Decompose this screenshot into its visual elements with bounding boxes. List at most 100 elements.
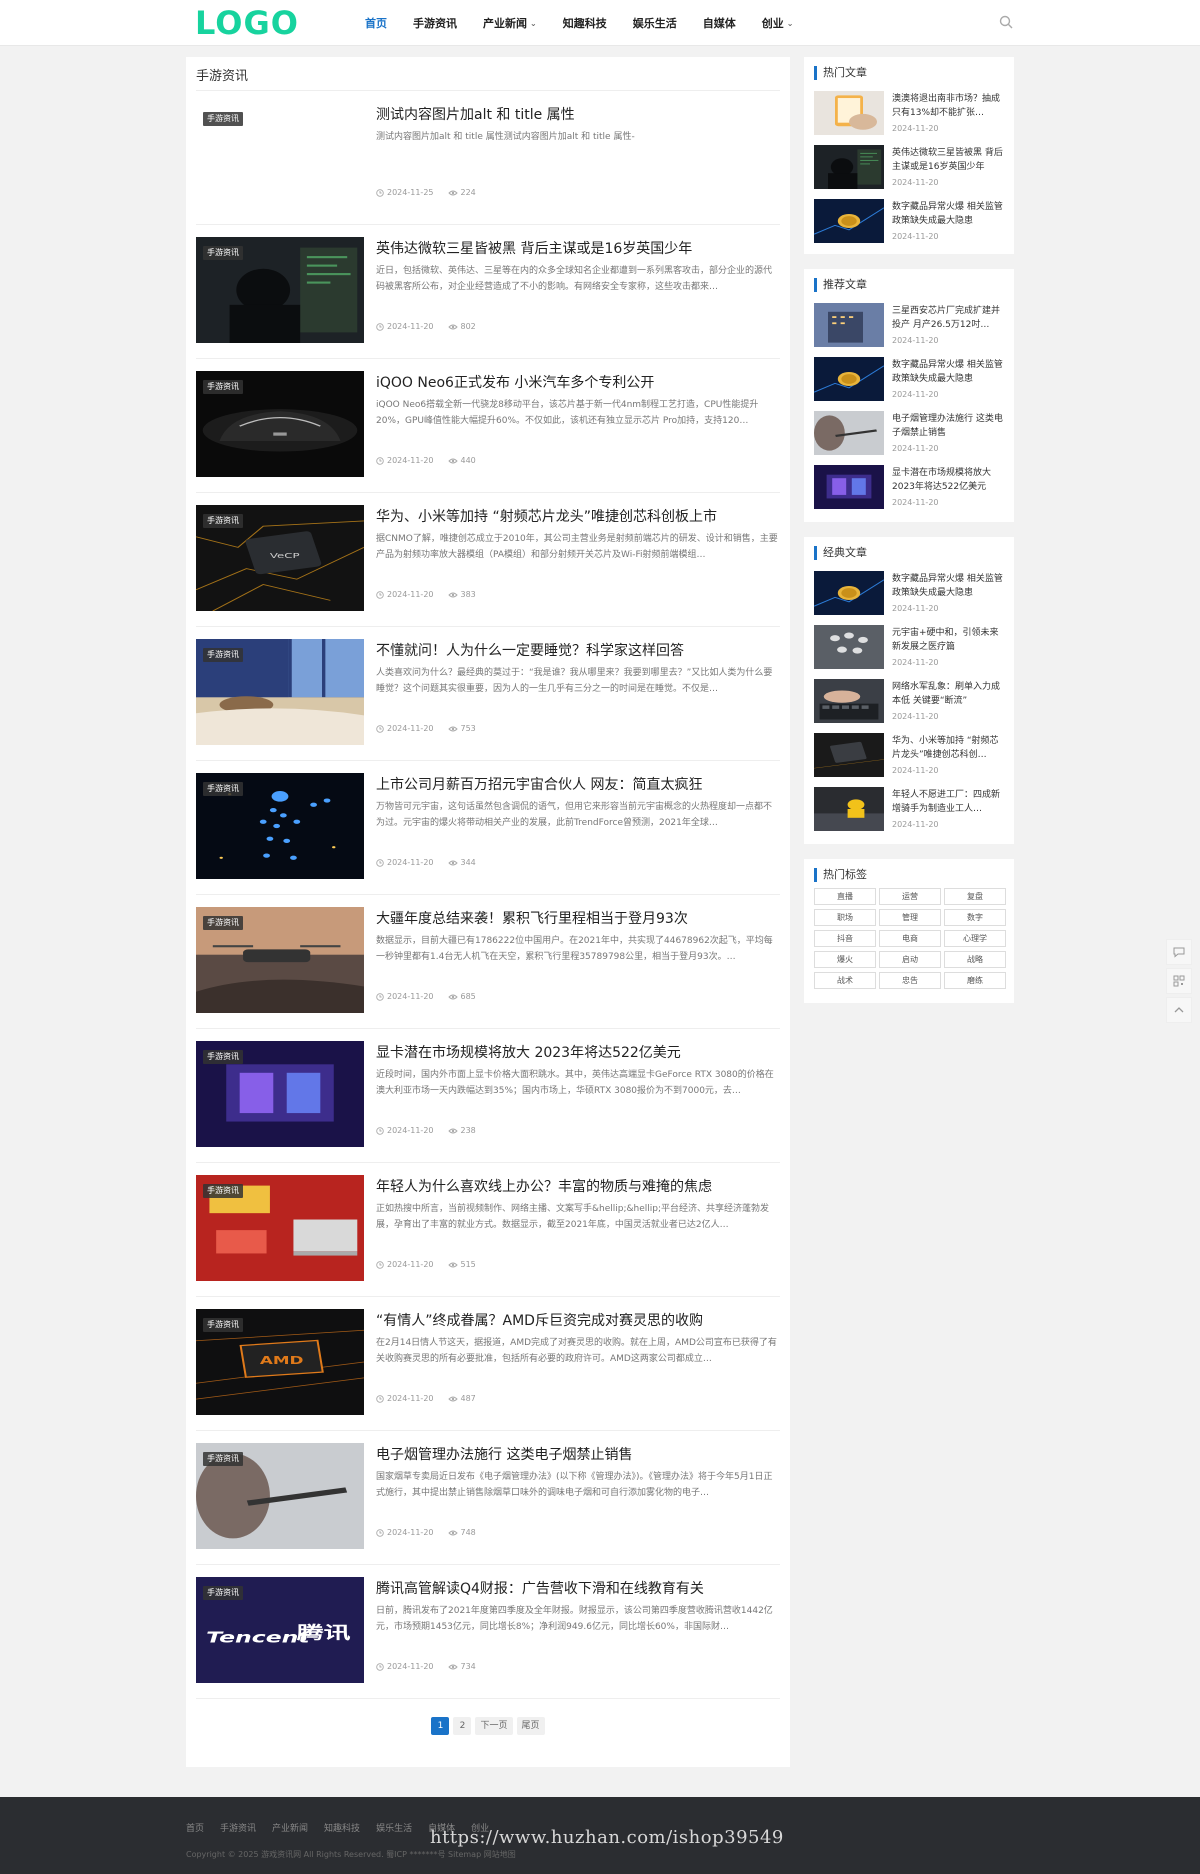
last-page-button[interactable]: 尾页 <box>516 1717 545 1735</box>
sidebar-article-item[interactable]: 数字藏品异常火爆 相关监管政策缺失成最大隐患 2024-11-20 <box>814 571 1004 617</box>
nav-item[interactable]: 知趣科技 <box>563 15 607 31</box>
sidebar-article-item[interactable]: 华为、小米等加持 “射频芯片龙头”唯捷创芯科创… 2024-11-20 <box>814 733 1004 779</box>
article-title[interactable]: 华为、小米等加持 “射频芯片龙头”唯捷创芯科创板上市 <box>376 506 776 526</box>
sidebar-article-thumbnail[interactable] <box>814 303 884 347</box>
article-title[interactable]: 电子烟管理办法施行 这类电子烟禁止销售 <box>376 1444 776 1464</box>
article-title[interactable]: iQOO Neo6正式发布 小米汽车多个专利公开 <box>376 372 776 392</box>
article-title[interactable]: 测试内容图片加alt 和 title 属性 <box>376 104 776 124</box>
footer-link[interactable]: 手游资讯 <box>220 1821 256 1834</box>
tag-link[interactable]: 电商 <box>879 930 941 947</box>
tag-link[interactable]: 磨练 <box>944 972 1006 989</box>
sidebar-article-thumbnail[interactable] <box>814 787 884 831</box>
article-title[interactable]: 大疆年度总结来袭！累积飞行里程相当于登月93次 <box>376 908 776 928</box>
article-thumbnail[interactable]: 手游资讯 <box>196 237 364 343</box>
article-thumbnail[interactable]: 手游资讯 <box>196 103 364 209</box>
footer-link[interactable]: 产业新闻 <box>272 1821 308 1834</box>
footer-link[interactable]: 首页 <box>186 1821 204 1834</box>
sidebar-article-title[interactable]: 元宇宙+硬中和，引领未来新发展之医疗篇 <box>892 626 1004 654</box>
sidebar-article-thumbnail[interactable] <box>814 733 884 777</box>
article-title[interactable]: 显卡潜在市场规模将放大 2023年将达522亿美元 <box>376 1042 776 1062</box>
article-thumbnail[interactable]: 手游资讯 <box>196 371 364 477</box>
page-number-button[interactable]: 1 <box>431 1717 450 1735</box>
sidebar-article-item[interactable]: 数字藏品异常火爆 相关监管政策缺失成最大隐患 2024-11-20 <box>814 357 1004 403</box>
sidebar-article-title[interactable]: 澳澳将退出南非市场？抽成只有13%却不能扩张… <box>892 92 1004 120</box>
article-views: 753 <box>460 724 476 733</box>
sidebar-article-title[interactable]: 数字藏品异常火爆 相关监管政策缺失成最大隐患 <box>892 572 1004 600</box>
article-thumbnail[interactable]: Tencent 腾讯 手游资讯 <box>196 1577 364 1683</box>
tag-link[interactable]: 职场 <box>814 909 876 926</box>
sidebar-article-title[interactable]: 数字藏品异常火爆 相关监管政策缺失成最大隐患 <box>892 358 1004 386</box>
sidebar-article-title[interactable]: 华为、小米等加持 “射频芯片龙头”唯捷创芯科创… <box>892 734 1004 762</box>
comment-button[interactable] <box>1166 939 1192 965</box>
sidebar-article-date: 2024-11-20 <box>892 336 939 345</box>
article-title[interactable]: “有情人”终成眷属？AMD斥巨资完成对赛灵思的收购 <box>376 1310 776 1330</box>
tag-link[interactable]: 直播 <box>814 888 876 905</box>
article-thumbnail[interactable]: 手游资讯 <box>196 1443 364 1549</box>
search-icon[interactable] <box>999 15 1013 29</box>
next-page-button[interactable]: 下一页 <box>475 1717 513 1735</box>
sidebar-article-thumbnail[interactable] <box>814 91 884 135</box>
sidebar-article-thumbnail[interactable] <box>814 411 884 455</box>
sidebar-article-thumbnail[interactable] <box>814 571 884 615</box>
tag-link[interactable]: 战略 <box>944 951 1006 968</box>
article-title[interactable]: 上市公司月薪百万招元宇宙合伙人 网友：简直太疯狂 <box>376 774 776 794</box>
sidebar-article-item[interactable]: 英伟达微软三星皆被黑 背后主谋或是16岁英国少年 2024-11-20 <box>814 145 1004 191</box>
sidebar-article-thumbnail[interactable] <box>814 145 884 189</box>
sidebar-article-title[interactable]: 网络水军乱象：刷单入力成本低 关键要“断流” <box>892 680 1004 708</box>
sidebar-article-item[interactable]: 显卡潜在市场规模将放大 2023年将达522亿美元 2024-11-20 <box>814 465 1004 511</box>
sidebar-article-title[interactable]: 年轻人不愿进工厂：四成新增骑手为制造业工人… <box>892 788 1004 816</box>
nav-item[interactable]: 自媒体 <box>703 15 736 31</box>
tag-link[interactable]: 运营 <box>879 888 941 905</box>
footer-link[interactable]: 知趣科技 <box>324 1821 360 1834</box>
article-title[interactable]: 英伟达微软三星皆被黑 背后主谋或是16岁英国少年 <box>376 238 776 258</box>
article-thumbnail[interactable]: 手游资讯 <box>196 773 364 879</box>
sidebar-article-thumbnail[interactable] <box>814 679 884 723</box>
sidebar-article-item[interactable]: 澳澳将退出南非市场？抽成只有13%却不能扩张… 2024-11-20 <box>814 91 1004 137</box>
back-to-top-button[interactable] <box>1166 997 1192 1023</box>
article-thumbnail[interactable]: 手游资讯 <box>196 1175 364 1281</box>
tag-link[interactable]: 爆火 <box>814 951 876 968</box>
sidebar-article-item[interactable]: 网络水军乱象：刷单入力成本低 关键要“断流” 2024-11-20 <box>814 679 1004 725</box>
sidebar-article-thumbnail[interactable] <box>814 465 884 509</box>
article-title[interactable]: 腾讯高管解读Q4财报：广告营收下滑和在线教育有关 <box>376 1578 776 1598</box>
article-thumbnail[interactable]: AMD 手游资讯 <box>196 1309 364 1415</box>
article-thumbnail[interactable]: VeCP 手游资讯 <box>196 505 364 611</box>
article-title[interactable]: 年轻人为什么喜欢线上办公？丰富的物质与难掩的焦虑 <box>376 1176 776 1196</box>
sidebar-article-thumbnail[interactable] <box>814 199 884 243</box>
nav-item[interactable]: 创业 ⌄ <box>762 15 794 31</box>
sidebar-article-item[interactable]: 年轻人不愿进工厂：四成新增骑手为制造业工人… 2024-11-20 <box>814 787 1004 833</box>
article-thumbnail[interactable]: 手游资讯 <box>196 639 364 745</box>
sidebar-article-title[interactable]: 显卡潜在市场规模将放大 2023年将达522亿美元 <box>892 466 1004 494</box>
sidebar-article-thumbnail[interactable] <box>814 357 884 401</box>
sidebar-article-date: 2024-11-20 <box>892 658 939 667</box>
tag-link[interactable]: 抖音 <box>814 930 876 947</box>
nav-item[interactable]: 娱乐生活 <box>633 15 677 31</box>
page-number-button[interactable]: 2 <box>453 1717 472 1735</box>
sidebar-article-title[interactable]: 三星西安芯片厂完成扩建并投产 月产26.5万12吋… <box>892 304 1004 332</box>
tag-link[interactable]: 数字 <box>944 909 1006 926</box>
article-thumbnail[interactable]: 手游资讯 <box>196 1041 364 1147</box>
sidebar-article-thumbnail[interactable] <box>814 625 884 669</box>
tag-link[interactable]: 复盘 <box>944 888 1006 905</box>
nav-item[interactable]: 手游资讯 <box>413 15 457 31</box>
article-thumbnail[interactable]: 手游资讯 <box>196 907 364 1013</box>
tag-link[interactable]: 忠告 <box>879 972 941 989</box>
article-date: 2024-11-20 <box>387 1528 434 1537</box>
sidebar-article-item[interactable]: 三星西安芯片厂完成扩建并投产 月产26.5万12吋… 2024-11-20 <box>814 303 1004 349</box>
qrcode-button[interactable] <box>1166 968 1192 994</box>
sidebar-article-item[interactable]: 数字藏品异常火爆 相关监管政策缺失成最大隐患 2024-11-20 <box>814 199 1004 245</box>
tag-link[interactable]: 心理学 <box>944 930 1006 947</box>
sidebar-article-title[interactable]: 电子烟管理办法施行 这类电子烟禁止销售 <box>892 412 1004 440</box>
tag-link[interactable]: 管理 <box>879 909 941 926</box>
tag-link[interactable]: 启动 <box>879 951 941 968</box>
sidebar-article-item[interactable]: 元宇宙+硬中和，引领未来新发展之医疗篇 2024-11-20 <box>814 625 1004 671</box>
article-title[interactable]: 不懂就问！人为什么一定要睡觉？科学家这样回答 <box>376 640 776 660</box>
sidebar-article-title[interactable]: 数字藏品异常火爆 相关监管政策缺失成最大隐患 <box>892 200 1004 228</box>
nav-item[interactable]: 产业新闻 ⌄ <box>483 15 537 31</box>
footer-link[interactable]: 娱乐生活 <box>376 1821 412 1834</box>
sidebar-article-title[interactable]: 英伟达微软三星皆被黑 背后主谋或是16岁英国少年 <box>892 146 1004 174</box>
sidebar-article-item[interactable]: 电子烟管理办法施行 这类电子烟禁止销售 2024-11-20 <box>814 411 1004 457</box>
nav-item[interactable]: 首页 <box>365 15 387 31</box>
tag-link[interactable]: 战术 <box>814 972 876 989</box>
site-logo[interactable]: LOGO <box>195 6 299 40</box>
